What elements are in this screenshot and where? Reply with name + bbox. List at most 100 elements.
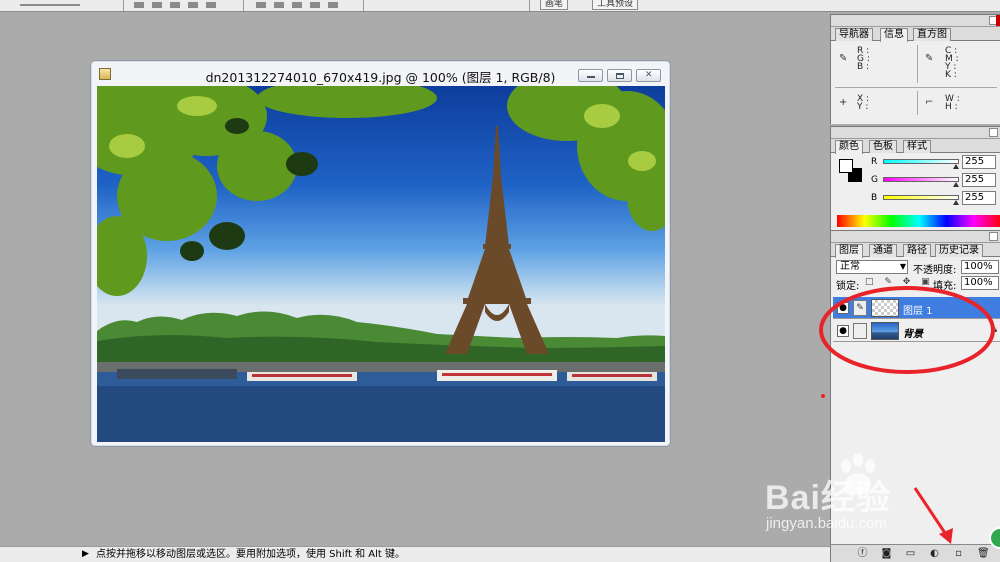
tab-info[interactable]: 信息 xyxy=(880,28,908,42)
tab-color[interactable]: 颜色 xyxy=(835,140,863,154)
eye-icon[interactable]: ● xyxy=(837,302,849,314)
distribute-icon[interactable] xyxy=(274,2,284,8)
image-canvas[interactable] xyxy=(97,86,665,442)
new-layer-icon[interactable]: ▫ xyxy=(953,548,964,559)
foreground-leaves xyxy=(97,86,665,296)
distribute-icon[interactable] xyxy=(292,2,302,8)
trash-icon[interactable]: 🗑︎ xyxy=(977,548,990,559)
panel-close-button[interactable] xyxy=(989,232,998,241)
toolbar-segment xyxy=(244,0,364,11)
green-value-input[interactable]: 255 xyxy=(962,173,996,187)
layer-mask-icon[interactable]: ◙ xyxy=(881,548,892,559)
xy-readout-labels: X : Y : xyxy=(857,94,870,112)
blue-slider-handle[interactable] xyxy=(953,200,959,205)
blend-mode-select[interactable]: 正常 ▼ xyxy=(836,260,908,274)
status-arrow-icon[interactable]: ▶ xyxy=(82,547,89,562)
maximize-icon xyxy=(616,73,624,79)
distribute-icon[interactable] xyxy=(310,2,320,8)
color-panel: 颜色 色板 样式 R 255 G 255 B 255 xyxy=(830,126,1000,230)
divider xyxy=(835,87,997,88)
foreground-color-swatch[interactable] xyxy=(839,159,853,173)
eye-icon[interactable]: ● xyxy=(837,325,849,337)
close-button[interactable]: ✕ xyxy=(636,69,661,82)
boat-stripe xyxy=(442,373,552,376)
align-icon[interactable] xyxy=(206,2,216,8)
channel-label-r: R xyxy=(871,157,878,167)
blend-mode-value: 正常 xyxy=(840,261,860,272)
top-toolbar-strip: 画笔 工具预设 xyxy=(0,0,1000,12)
minimize-icon xyxy=(587,73,595,78)
boat-stripe xyxy=(252,374,352,377)
tab-navigator[interactable]: 导航器 xyxy=(835,28,873,41)
link-box[interactable] xyxy=(853,323,867,339)
red-slider-handle[interactable] xyxy=(953,164,959,169)
panel-close-button[interactable] xyxy=(989,128,998,137)
color-panel-tabs: 颜色 色板 样式 xyxy=(831,139,1000,154)
close-icon: ✕ xyxy=(645,70,653,80)
rgb-readout-labels: R : G : B : xyxy=(857,46,870,72)
maximize-button[interactable] xyxy=(607,69,632,82)
red-value-input[interactable]: 255 xyxy=(962,155,996,169)
distribute-icon[interactable] xyxy=(256,2,266,8)
divider xyxy=(917,91,918,115)
tab-brushes[interactable]: 画笔 xyxy=(540,0,569,10)
toolbar-segment xyxy=(364,0,530,11)
layer-row-layer1[interactable]: ● ✎ 图层 1 xyxy=(833,297,1000,319)
layers-panel-tabs: 图层 通道 路径 历史记录 xyxy=(831,243,1000,258)
eyedropper-icon[interactable]: ✎ xyxy=(925,54,935,64)
panel-header xyxy=(831,231,1000,243)
adjustment-layer-icon[interactable]: ◐ xyxy=(929,548,940,559)
watermark-url: jingyan.baidu.com xyxy=(766,515,887,532)
color-panel-body: R 255 G 255 B 255 xyxy=(831,153,1000,229)
wh-readout-labels: W : H : xyxy=(945,94,960,112)
tab-swatches[interactable]: 色板 xyxy=(869,140,897,153)
layer-thumbnail xyxy=(871,299,899,317)
document-window[interactable]: dn201312274010_670x419.jpg @ 100% (图层 1,… xyxy=(90,60,671,447)
blue-slider[interactable] xyxy=(883,195,959,200)
green-slider[interactable] xyxy=(883,177,959,182)
brush-icon[interactable]: ✎ xyxy=(853,300,867,316)
color-spectrum-bar[interactable] xyxy=(837,215,1000,227)
layer-style-icon[interactable]: ⓕ xyxy=(857,548,868,559)
tab-styles[interactable]: 样式 xyxy=(903,140,931,153)
toolbar-segment xyxy=(0,0,124,11)
layer-row-background[interactable]: ● 背景 🔒︎ xyxy=(833,320,1000,342)
river-water-dark xyxy=(97,386,665,442)
layer-name: 图层 1 xyxy=(903,306,933,317)
info-panel-tabs: 导航器 信息 直方图 xyxy=(831,27,1000,42)
toolbar-segment xyxy=(124,0,244,11)
lock-options-icons[interactable]: □ ✎ ✥ ▣ xyxy=(865,277,934,287)
toolbar-option-icon[interactable] xyxy=(20,4,80,6)
align-icon[interactable] xyxy=(152,2,162,8)
layers-bottom-toolbar: ⓕ ◙ ▭ ◐ ▫ 🗑︎ xyxy=(830,544,1000,562)
info-panel-body: ✎ R : G : B : ✎ C : M : Y : K : + X : Y … xyxy=(831,41,1000,119)
watermark-brand: Bai经验 xyxy=(765,479,891,517)
tab-histogram[interactable]: 直方图 xyxy=(913,28,951,41)
tab-layers[interactable]: 图层 xyxy=(835,244,863,258)
selection-size-icon: ⌐ xyxy=(925,97,934,108)
boat xyxy=(117,369,237,379)
green-slider-handle[interactable] xyxy=(953,182,959,187)
eiffel-tower xyxy=(445,126,549,354)
red-slider[interactable] xyxy=(883,159,959,164)
crosshair-icon: + xyxy=(839,97,848,108)
tab-paths[interactable]: 路径 xyxy=(903,244,931,257)
align-icon[interactable] xyxy=(170,2,180,8)
fill-input[interactable]: 100% xyxy=(961,276,999,290)
minimize-button[interactable] xyxy=(578,69,603,82)
blue-value-input[interactable]: 255 xyxy=(962,191,996,205)
distribute-icon[interactable] xyxy=(328,2,338,8)
layer-set-icon[interactable]: ▭ xyxy=(905,548,916,559)
align-icon[interactable] xyxy=(134,2,144,8)
status-message: 点按并拖移以移动图层或选区。要用附加选项，使用 Shift 和 Alt 键。 xyxy=(96,549,405,560)
status-bar: ▶ 点按并拖移以移动图层或选区。要用附加选项，使用 Shift 和 Alt 键。 xyxy=(0,546,830,562)
align-icon[interactable] xyxy=(188,2,198,8)
tab-channels[interactable]: 通道 xyxy=(869,244,897,257)
document-titlebar[interactable]: dn201312274010_670x419.jpg @ 100% (图层 1,… xyxy=(91,61,670,86)
layer-thumbnail xyxy=(871,322,899,340)
opacity-input[interactable]: 100% xyxy=(961,260,999,274)
eyedropper-icon[interactable]: ✎ xyxy=(839,54,849,64)
tab-history[interactable]: 历史记录 xyxy=(935,244,983,257)
tab-tool-presets[interactable]: 工具预设 xyxy=(592,0,639,10)
panel-flag-icon xyxy=(996,15,1000,26)
